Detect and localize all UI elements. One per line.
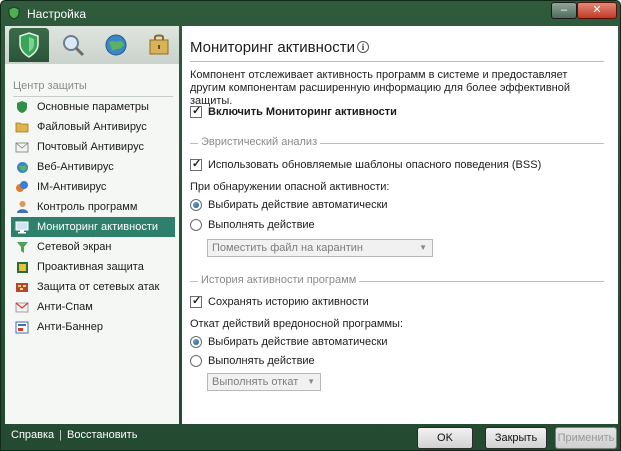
sidebar-tabbar (5, 26, 179, 64)
checkmark-icon: ✓ (192, 158, 202, 170)
sidebar-item-label: Анти-Баннер (37, 321, 103, 333)
close-window-button[interactable]: ✕ (577, 2, 617, 19)
folder-icon (15, 120, 29, 134)
magnifier-icon (63, 35, 85, 57)
history-auto-label: Выбирать действие автоматически (208, 336, 388, 348)
enable-monitor-checkbox-row[interactable]: ✓ Включить Мониторинг активности (190, 105, 397, 118)
shield-small-icon (15, 100, 29, 114)
history-manual-label: Выполнять действие (208, 355, 315, 367)
history-manual-radio[interactable] (190, 355, 202, 367)
heuristic-auto-radio[interactable] (190, 199, 202, 211)
history-group-title: История активности программ (198, 274, 360, 286)
shield-icon (19, 32, 39, 58)
monitor-icon (15, 220, 29, 234)
page-title: Мониторинг активности (190, 39, 356, 56)
enable-monitor-label: Включить Мониторинг активности (208, 106, 397, 118)
use-templates-checkbox[interactable]: ✓ (190, 158, 202, 171)
sidebar-item-mail-antivirus[interactable]: Почтовый Антивирус (11, 137, 175, 157)
sidebar-item-label: Защита от сетевых атак (37, 281, 160, 293)
antispam-icon (15, 300, 29, 314)
sidebar-item-network-attack-blocker[interactable]: Защита от сетевых атак (11, 277, 175, 297)
kaspersky-logo-icon (8, 6, 20, 20)
on-detect-label: При обнаружении опасной активности: (190, 181, 390, 193)
sidebar-item-label: Основные параметры (37, 101, 149, 113)
help-link[interactable]: Справка (11, 429, 54, 441)
checkmark-icon: ✓ (192, 105, 202, 117)
sidebar-item-general[interactable]: Основные параметры (11, 97, 175, 117)
sidebar-item-anti-banner[interactable]: Анти-Баннер (11, 317, 175, 337)
restore-link[interactable]: Восстановить (67, 429, 137, 441)
sidebar-item-label: Файловый Антивирус (37, 121, 147, 133)
person-icon (15, 200, 29, 214)
settings-window: Настройка – ✕ Центр защиты Основные пара… (0, 0, 621, 451)
sidebar: Центр защиты Основные параметры Файловый… (5, 26, 179, 424)
sidebar-item-im-antivirus[interactable]: IM-Антивирус (11, 177, 175, 197)
close-button[interactable]: Закрыть (485, 427, 547, 449)
heuristic-auto-radio-row[interactable]: Выбирать действие автоматически (190, 199, 388, 211)
globe-icon (105, 34, 127, 56)
sidebar-item-firewall[interactable]: Сетевой экран (11, 237, 175, 257)
history-action-value: Выполнять откат (212, 376, 299, 388)
sidebar-item-label: Веб-Антивирус (37, 161, 114, 173)
envelope-icon (15, 140, 29, 154)
sidebar-section-title: Центр защиты (13, 80, 87, 92)
heuristic-action-select[interactable]: Поместить файл на карантин ▼ (207, 239, 433, 257)
tab-additional[interactable] (139, 28, 179, 62)
settings-content: Мониторинг активности i Компонент отслеж… (182, 26, 618, 424)
sidebar-item-label: Анти-Спам (37, 301, 93, 313)
rollback-label: Откат действий вредоносной программы: (190, 318, 404, 330)
network-icon (15, 280, 29, 294)
tab-protection[interactable] (9, 28, 49, 62)
enable-monitor-checkbox[interactable]: ✓ (190, 105, 202, 118)
apply-button[interactable]: Применить (555, 427, 617, 449)
heuristic-manual-radio[interactable] (190, 219, 202, 231)
sidebar-item-label: IM-Антивирус (37, 181, 107, 193)
sidebar-item-label: Проактивная защита (37, 261, 144, 273)
history-auto-radio[interactable] (190, 336, 202, 348)
save-history-label: Сохранять историю активности (208, 296, 369, 308)
info-icon[interactable]: i (357, 41, 369, 53)
sidebar-item-activity-monitor[interactable]: Мониторинг активности (11, 217, 175, 237)
im-icon (15, 180, 29, 194)
sidebar-item-label: Контроль программ (37, 201, 138, 213)
tab-update[interactable] (96, 28, 136, 62)
sidebar-item-application-control[interactable]: Контроль программ (11, 197, 175, 217)
tab-scan[interactable] (53, 28, 93, 62)
sidebar-item-proactive-defense[interactable]: Проактивная защита (11, 257, 175, 277)
save-history-checkbox[interactable]: ✓ (190, 295, 202, 308)
antibanner-icon (15, 320, 29, 334)
chevron-down-icon: ▼ (307, 377, 315, 386)
sidebar-item-label: Почтовый Антивирус (37, 141, 144, 153)
lock-box-icon (149, 34, 169, 55)
heuristic-manual-label: Выполнять действие (208, 219, 315, 231)
history-auto-radio-row[interactable]: Выбирать действие автоматически (190, 336, 388, 348)
use-templates-label: Использовать обновляемые шаблоны опасног… (208, 159, 542, 171)
minimize-button[interactable]: – (551, 2, 577, 19)
component-description: Компонент отслеживает активность програм… (190, 69, 570, 107)
sidebar-item-label: Сетевой экран (37, 241, 112, 253)
globe-small-icon (15, 160, 29, 174)
heuristic-auto-label: Выбирать действие автоматически (208, 199, 388, 211)
use-templates-checkbox-row[interactable]: ✓ Использовать обновляемые шаблоны опасн… (190, 158, 542, 171)
ok-button[interactable]: OK (417, 427, 473, 449)
save-history-checkbox-row[interactable]: ✓ Сохранять историю активности (190, 295, 369, 308)
footer-separator: | (59, 429, 63, 441)
history-action-select[interactable]: Выполнять откат ▼ (207, 373, 321, 391)
checkmark-icon: ✓ (192, 295, 202, 307)
sidebar-item-web-antivirus[interactable]: Веб-Антивирус (11, 157, 175, 177)
heuristic-action-value: Поместить файл на карантин (212, 242, 363, 254)
footer-links: Справка | Восстановить (11, 429, 137, 441)
sidebar-item-label: Мониторинг активности (37, 221, 159, 233)
heading-divider (190, 61, 604, 62)
funnel-icon (15, 240, 29, 254)
window-title: Настройка (27, 7, 87, 21)
history-manual-radio-row[interactable]: Выполнять действие (190, 355, 315, 367)
chevron-down-icon: ▼ (419, 243, 427, 252)
title-bar: Настройка – ✕ (1, 1, 620, 26)
sidebar-item-anti-spam[interactable]: Анти-Спам (11, 297, 175, 317)
heuristic-group-title: Эвристический анализ (198, 136, 321, 148)
heuristic-manual-radio-row[interactable]: Выполнять действие (190, 219, 315, 231)
sidebar-item-file-antivirus[interactable]: Файловый Антивирус (11, 117, 175, 137)
proactive-icon (15, 260, 29, 274)
